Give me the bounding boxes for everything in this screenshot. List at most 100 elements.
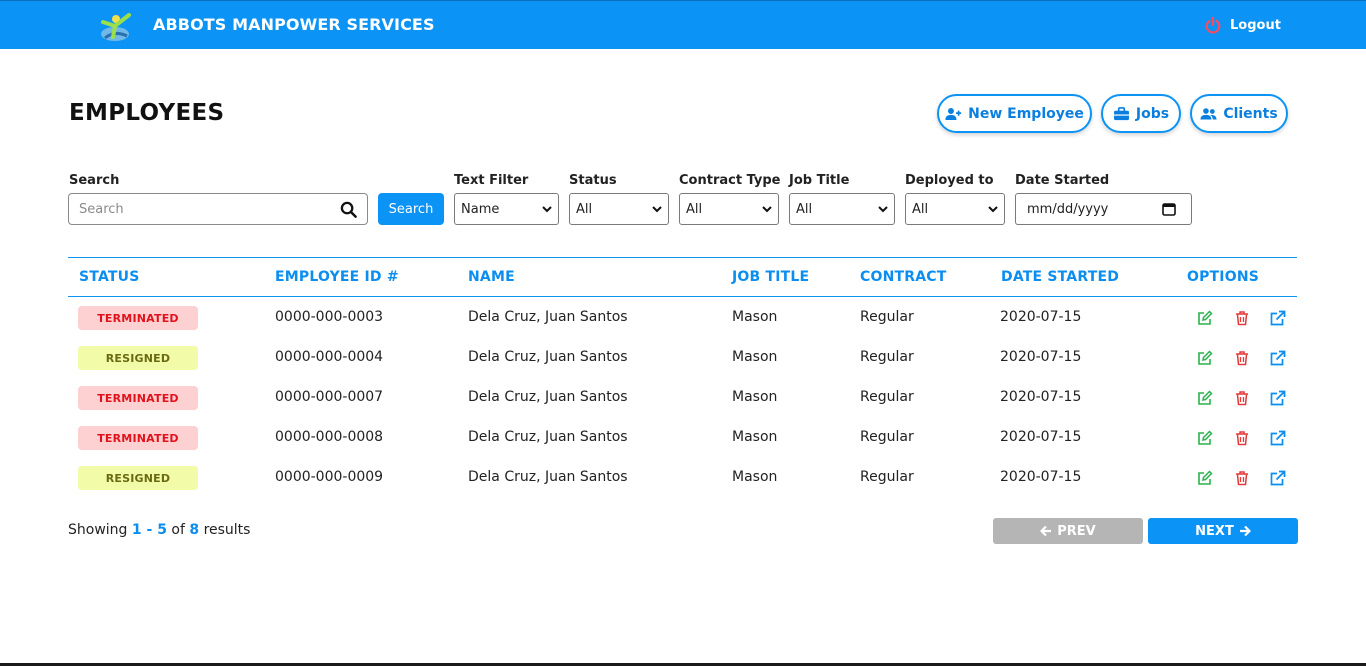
job-title-select[interactable]: All — [789, 193, 895, 225]
search-input[interactable] — [69, 194, 329, 224]
status-badge: TERMINATED — [78, 306, 198, 330]
contract-type-select[interactable]: All — [679, 193, 779, 225]
text-filter-select[interactable]: Name — [454, 193, 559, 225]
column-header-employee-id[interactable]: EMPLOYEE ID # — [275, 269, 399, 285]
status-value: All — [576, 201, 593, 217]
cell-job-title: Mason — [732, 389, 778, 405]
search-button[interactable]: Search — [378, 193, 444, 225]
total-count: 8 — [189, 522, 200, 538]
edit-button[interactable] — [1197, 390, 1213, 406]
trash-icon — [1236, 471, 1248, 486]
external-link-icon — [1270, 430, 1286, 446]
edit-icon — [1198, 350, 1213, 365]
of-text: of — [171, 522, 185, 538]
logout-button[interactable]: Logout — [1204, 16, 1281, 34]
delete-button[interactable] — [1234, 310, 1250, 326]
cell-contract: Regular — [860, 469, 914, 485]
search-field[interactable] — [68, 193, 368, 225]
cell-job-title: Mason — [732, 349, 778, 365]
results-summary: Showing 1 - 5 of 8 results — [68, 522, 250, 538]
edit-icon — [1198, 390, 1213, 405]
column-header-options: OPTIONS — [1187, 269, 1260, 285]
edit-button[interactable] — [1197, 310, 1213, 326]
deployed-to-value: All — [912, 201, 929, 217]
cell-job-title: Mason — [732, 469, 778, 485]
open-button[interactable] — [1270, 470, 1286, 486]
delete-button[interactable] — [1234, 350, 1250, 366]
open-button[interactable] — [1270, 430, 1286, 446]
delete-button[interactable] — [1234, 390, 1250, 406]
job-title-value: All — [796, 201, 813, 217]
column-header-job-title[interactable]: JOB TITLE — [732, 269, 809, 285]
external-link-icon — [1270, 390, 1286, 406]
edit-button[interactable] — [1197, 470, 1213, 486]
open-button[interactable] — [1270, 350, 1286, 366]
date-started-label: Date Started — [1015, 173, 1110, 188]
status-badge: TERMINATED — [78, 426, 198, 450]
table-row[interactable]: RESIGNED 0000-000-0004 Dela Cruz, Juan San… — [68, 338, 1297, 378]
status-label: Status — [569, 173, 617, 188]
table-row[interactable]: RESIGNED 0000-000-0009 Dela Cruz, Juan San… — [68, 458, 1297, 498]
top-navbar: ABBOTS MANPOWER SERVICES Logout — [0, 0, 1366, 49]
status-badge: RESIGNED — [78, 466, 198, 490]
text-filter-label: Text Filter — [454, 173, 529, 188]
edit-button[interactable] — [1197, 430, 1213, 446]
clients-button[interactable]: Clients — [1190, 94, 1288, 133]
cell-contract: Regular — [860, 429, 914, 445]
next-label: NEXT — [1195, 523, 1234, 539]
prev-label: PREV — [1057, 523, 1096, 539]
cell-date-started: 2020-07-15 — [1000, 389, 1082, 405]
new-employee-button[interactable]: New Employee — [937, 94, 1092, 133]
status-select[interactable]: All — [569, 193, 669, 225]
cell-date-started: 2020-07-15 — [1000, 349, 1082, 365]
edit-button[interactable] — [1197, 350, 1213, 366]
deployed-to-select[interactable]: All — [905, 193, 1005, 225]
prev-page-button[interactable]: PREV — [993, 518, 1143, 544]
open-button[interactable] — [1270, 390, 1286, 406]
table-row[interactable]: TERMINATED 0000-000-0007 Dela Cruz, Juan S… — [68, 378, 1297, 418]
delete-button[interactable] — [1234, 470, 1250, 486]
cell-name: Dela Cruz, Juan Santos — [468, 349, 628, 365]
showing-prefix: Showing — [68, 522, 128, 538]
table-row[interactable]: TERMINATED 0000-000-0008 Dela Cruz, Juan S… — [68, 418, 1297, 458]
table-row[interactable]: TERMINATED 0000-000-0003 Dela Cruz, Juan S… — [68, 298, 1297, 338]
trash-icon — [1236, 391, 1248, 406]
date-started-value: mm/dd/yyyy — [1027, 201, 1109, 217]
logout-label: Logout — [1230, 17, 1281, 33]
column-header-contract[interactable]: CONTRACT — [860, 269, 946, 285]
arrow-right-icon — [1239, 525, 1251, 537]
range-separator: - — [141, 522, 158, 538]
column-header-status[interactable]: STATUS — [79, 269, 140, 285]
table-top-border — [68, 257, 1297, 258]
cell-contract: Regular — [860, 349, 914, 365]
column-header-date-started[interactable]: DATE STARTED — [1001, 269, 1119, 285]
table-header-border — [68, 296, 1297, 297]
cell-name: Dela Cruz, Juan Santos — [468, 469, 628, 485]
cell-contract: Regular — [860, 389, 914, 405]
arrow-left-icon — [1040, 525, 1052, 537]
cell-employee-id: 0000-000-0004 — [275, 349, 384, 365]
contract-type-value: All — [686, 201, 703, 217]
external-link-icon — [1270, 350, 1286, 366]
users-icon — [1200, 107, 1217, 120]
trash-icon — [1236, 431, 1248, 446]
edit-icon — [1198, 310, 1213, 325]
open-button[interactable] — [1270, 310, 1286, 326]
date-started-input[interactable]: mm/dd/yyyy — [1015, 193, 1192, 225]
calendar-icon[interactable] — [1162, 202, 1176, 216]
briefcase-icon — [1113, 106, 1129, 120]
external-link-icon — [1270, 310, 1286, 326]
chevron-down-icon — [652, 206, 662, 213]
delete-button[interactable] — [1234, 430, 1250, 446]
company-logo[interactable] — [95, 10, 135, 44]
search-icon[interactable] — [340, 201, 357, 218]
user-plus-icon — [945, 107, 962, 120]
column-header-name[interactable]: NAME — [468, 269, 515, 285]
jobs-button[interactable]: Jobs — [1101, 94, 1181, 133]
cell-name: Dela Cruz, Juan Santos — [468, 389, 628, 405]
deployed-to-label: Deployed to — [905, 173, 994, 188]
brand-name: ABBOTS MANPOWER SERVICES — [153, 15, 435, 34]
next-page-button[interactable]: NEXT — [1148, 518, 1298, 544]
results-text: results — [203, 522, 251, 538]
clients-label: Clients — [1223, 105, 1278, 122]
